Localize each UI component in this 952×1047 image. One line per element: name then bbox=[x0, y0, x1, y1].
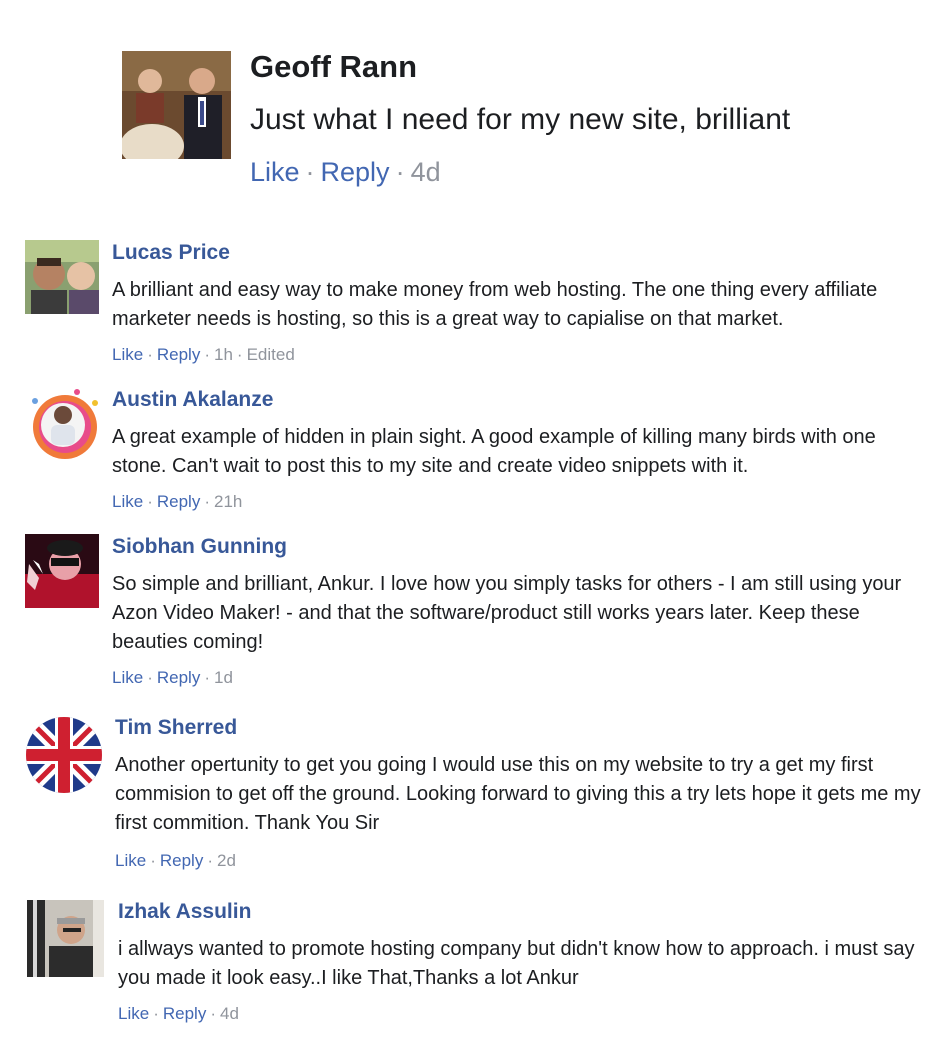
comment-actions: Like · Reply · 1d bbox=[112, 667, 922, 689]
comment-actions: Like · Reply · 1h · Edited bbox=[112, 344, 922, 366]
avatar[interactable] bbox=[27, 900, 104, 977]
comment-actions: Like · Reply · 21h bbox=[112, 491, 922, 513]
comment-timestamp[interactable]: 2d bbox=[217, 851, 236, 870]
like-link[interactable]: Like bbox=[115, 851, 146, 870]
comment-text: A brilliant and easy way to make money f… bbox=[112, 279, 878, 330]
reply-link[interactable]: Reply bbox=[163, 1004, 206, 1023]
separator: · bbox=[236, 345, 243, 364]
like-link[interactable]: Like bbox=[112, 668, 143, 687]
reply-link[interactable]: Reply bbox=[321, 157, 390, 187]
avatar-photo-icon bbox=[25, 534, 99, 608]
separator: · bbox=[147, 345, 153, 364]
avatar[interactable] bbox=[26, 717, 102, 793]
avatar[interactable] bbox=[25, 534, 99, 608]
comment-author[interactable]: Austin Akalanze bbox=[112, 387, 922, 413]
comment-author[interactable]: Izhak Assulin bbox=[118, 899, 923, 925]
avatar[interactable] bbox=[25, 387, 101, 463]
comment-text: Another opertunity to get you going I wo… bbox=[115, 754, 921, 834]
reply-link[interactable]: Reply bbox=[157, 668, 200, 687]
separator: · bbox=[305, 157, 315, 187]
comment-text: So simple and brilliant, Ankur. I love h… bbox=[112, 573, 902, 653]
comment-actions: Like · Reply · 4d bbox=[118, 1003, 923, 1025]
union-jack-icon bbox=[26, 717, 102, 793]
separator: · bbox=[395, 157, 405, 187]
like-link[interactable]: Like bbox=[250, 157, 300, 187]
comment-actions: Like · Reply · 4d bbox=[250, 154, 910, 190]
comment-author[interactable]: Lucas Price bbox=[112, 240, 922, 266]
avatar[interactable] bbox=[25, 240, 99, 314]
comment-timestamp[interactable]: 1h bbox=[214, 345, 233, 364]
separator: · bbox=[147, 668, 153, 687]
comment-actions: Like · Reply · 2d bbox=[115, 850, 925, 872]
separator: · bbox=[204, 345, 210, 364]
separator: · bbox=[150, 851, 156, 870]
separator: · bbox=[153, 1004, 159, 1023]
comment-timestamp[interactable]: 4d bbox=[220, 1004, 239, 1023]
avatar[interactable] bbox=[122, 51, 231, 159]
like-link[interactable]: Like bbox=[112, 492, 143, 511]
comment-timestamp[interactable]: 1d bbox=[214, 668, 233, 687]
separator: · bbox=[204, 492, 210, 511]
comment-author[interactable]: Geoff Rann bbox=[250, 48, 910, 86]
comment-text: i allways wanted to promote hosting comp… bbox=[118, 938, 915, 989]
separator: · bbox=[147, 492, 153, 511]
separator: · bbox=[207, 851, 213, 870]
comment-author[interactable]: Siobhan Gunning bbox=[112, 534, 922, 560]
edited-label[interactable]: Edited bbox=[247, 345, 295, 364]
separator: · bbox=[204, 668, 210, 687]
avatar-photo-icon bbox=[122, 51, 231, 159]
comment-timestamp[interactable]: 4d bbox=[411, 157, 441, 187]
comment-author[interactable]: Tim Sherred bbox=[115, 715, 925, 741]
like-link[interactable]: Like bbox=[118, 1004, 149, 1023]
like-link[interactable]: Like bbox=[112, 345, 143, 364]
separator: · bbox=[210, 1004, 216, 1023]
reply-link[interactable]: Reply bbox=[157, 492, 200, 511]
avatar-photo-icon bbox=[27, 900, 104, 977]
reply-link[interactable]: Reply bbox=[157, 345, 200, 364]
avatar-photo-icon bbox=[25, 387, 101, 463]
reply-link[interactable]: Reply bbox=[160, 851, 203, 870]
comment-text: A great example of hidden in plain sight… bbox=[112, 426, 876, 477]
comment-text: Just what I need for my new site, brilli… bbox=[250, 103, 791, 136]
comment-timestamp[interactable]: 21h bbox=[214, 492, 242, 511]
avatar-photo-icon bbox=[25, 240, 99, 314]
